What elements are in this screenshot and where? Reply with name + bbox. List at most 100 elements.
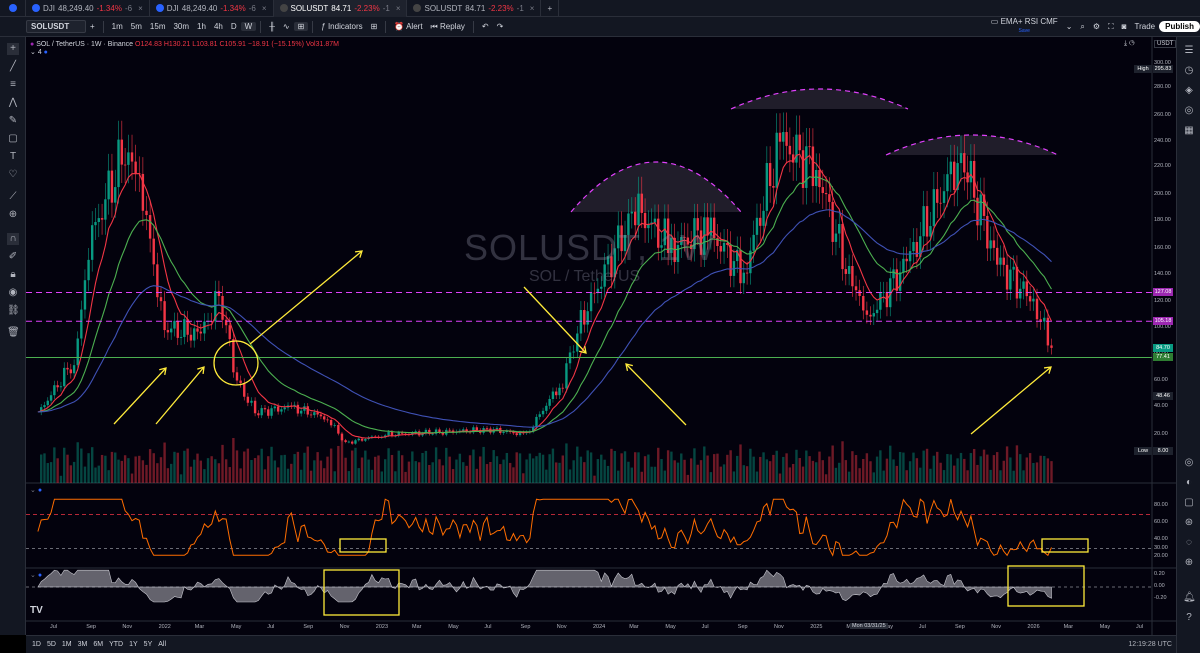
- candle-body[interactable]: [49, 395, 53, 401]
- candle-body[interactable]: [1043, 317, 1046, 322]
- candle-body[interactable]: [939, 202, 942, 204]
- candle-body[interactable]: [1050, 345, 1053, 348]
- tab-dji-1[interactable]: DJI 48,249.40 -1.34% -6 ×: [150, 0, 274, 17]
- candle-body[interactable]: [821, 187, 824, 194]
- candle-body[interactable]: [80, 309, 83, 339]
- candle-body[interactable]: [932, 189, 936, 227]
- interval-1h[interactable]: 1h: [193, 22, 210, 31]
- candle-body[interactable]: [782, 132, 785, 142]
- candle-body[interactable]: [772, 185, 775, 188]
- layout-name-button[interactable]: ▭ EMA+ RSI CMF Save: [987, 18, 1062, 35]
- candle-body[interactable]: [176, 320, 179, 338]
- range-5d[interactable]: 5D: [47, 641, 56, 648]
- collapse-rsi-icon[interactable]: ⌄: [30, 487, 38, 494]
- candle-body[interactable]: [979, 194, 982, 226]
- fib-icon[interactable]: ≡: [7, 79, 19, 91]
- candle-body[interactable]: [600, 286, 603, 289]
- candle-body[interactable]: [127, 152, 130, 165]
- magnet-icon[interactable]: ∩: [7, 233, 19, 245]
- candle-body[interactable]: [387, 431, 390, 436]
- candle-body[interactable]: [199, 331, 202, 334]
- candle-body[interactable]: [260, 408, 263, 416]
- candle-body[interactable]: [879, 292, 882, 310]
- chat-icon[interactable]: ▢: [1183, 497, 1195, 509]
- annotation-arrow[interactable]: [113, 367, 167, 425]
- new-tab-button[interactable]: +: [541, 0, 560, 17]
- range-ytd[interactable]: YTD: [109, 641, 123, 648]
- utc-clock[interactable]: 12:19:28 UTC: [1128, 641, 1172, 648]
- streams-icon[interactable]: ⊛: [1183, 517, 1195, 529]
- candle-body[interactable]: [63, 367, 66, 387]
- lock-icon[interactable]: 🔒︎: [7, 269, 19, 281]
- bar-type-icon[interactable]: ╫: [265, 22, 279, 31]
- candle-body[interactable]: [593, 292, 596, 294]
- candle-body[interactable]: [798, 134, 801, 151]
- candle-body[interactable]: [134, 161, 137, 174]
- search-icon[interactable]: ⌕: [1076, 22, 1088, 32]
- candle-body[interactable]: [905, 258, 908, 262]
- candle-body[interactable]: [722, 242, 726, 252]
- candle-body[interactable]: [243, 383, 246, 397]
- candle-body[interactable]: [104, 199, 107, 220]
- candle-body[interactable]: [538, 414, 541, 417]
- camera-icon[interactable]: ◙: [1118, 22, 1131, 31]
- broadcast-icon[interactable]: ◌: [1183, 537, 1195, 549]
- interval-W[interactable]: W: [240, 22, 257, 31]
- candle-body[interactable]: [438, 429, 441, 433]
- candle-body[interactable]: [448, 429, 451, 431]
- candle-body[interactable]: [313, 412, 316, 416]
- trade-button[interactable]: Trade: [1131, 22, 1160, 31]
- candle-body[interactable]: [785, 132, 788, 146]
- candle-body[interactable]: [778, 132, 782, 142]
- candle-body[interactable]: [834, 233, 838, 242]
- candle-body[interactable]: [114, 187, 117, 203]
- candle-body[interactable]: [270, 408, 273, 416]
- candle-body[interactable]: [43, 405, 46, 408]
- candle-body[interactable]: [869, 314, 872, 317]
- candle-body[interactable]: [475, 427, 479, 431]
- candle-body[interactable]: [354, 440, 357, 444]
- candle-body[interactable]: [548, 398, 551, 406]
- candle-body[interactable]: [166, 330, 170, 333]
- candle-body[interactable]: [340, 433, 344, 441]
- candle-body[interactable]: [344, 440, 347, 443]
- candle-body[interactable]: [808, 146, 811, 148]
- candle-body[interactable]: [91, 225, 94, 260]
- heart-icon[interactable]: ♡: [7, 169, 19, 181]
- candle-body[interactable]: [892, 269, 895, 279]
- candle-body[interactable]: [915, 241, 919, 257]
- interval-1m[interactable]: 1m: [108, 22, 127, 31]
- candle-body[interactable]: [319, 414, 323, 417]
- candle-body[interactable]: [163, 301, 166, 331]
- add-symbol-icon[interactable]: +: [86, 22, 99, 31]
- templates-icon[interactable]: ⊞: [367, 22, 382, 31]
- indicators-button[interactable]: ƒ Indicators: [317, 22, 366, 31]
- candle-body[interactable]: [795, 134, 798, 163]
- symbol-search-input[interactable]: SOLUSDT: [26, 20, 86, 33]
- candle-body[interactable]: [844, 269, 848, 274]
- chart-legend[interactable]: ● SOL / TetherUS · 1W · Binance O124.83 …: [30, 41, 339, 56]
- candle-body[interactable]: [872, 313, 875, 317]
- candle-body[interactable]: [53, 385, 56, 396]
- globe-icon[interactable]: ⊕: [1183, 557, 1195, 569]
- candle-body[interactable]: [337, 425, 340, 434]
- candle-body[interactable]: [515, 433, 518, 436]
- candle-body[interactable]: [273, 406, 277, 409]
- candle-body[interactable]: [46, 400, 49, 406]
- candle-body[interactable]: [959, 153, 963, 164]
- link-icon[interactable]: ⛓: [7, 305, 20, 317]
- candle-body[interactable]: [862, 295, 865, 311]
- candle-body[interactable]: [565, 363, 568, 389]
- help-icon[interactable]: ?: [1183, 612, 1195, 624]
- hotlist-icon[interactable]: ◐: [1183, 477, 1195, 489]
- candle-body[interactable]: [326, 419, 329, 421]
- candle-body[interactable]: [276, 406, 280, 412]
- candle-body[interactable]: [586, 311, 589, 325]
- candle-body[interactable]: [963, 153, 966, 173]
- candle-body[interactable]: [875, 309, 879, 314]
- candle-body[interactable]: [969, 160, 973, 183]
- candle-body[interactable]: [83, 280, 87, 310]
- candle-body[interactable]: [742, 272, 745, 284]
- candle-body[interactable]: [390, 431, 394, 436]
- candle-body[interactable]: [739, 249, 742, 284]
